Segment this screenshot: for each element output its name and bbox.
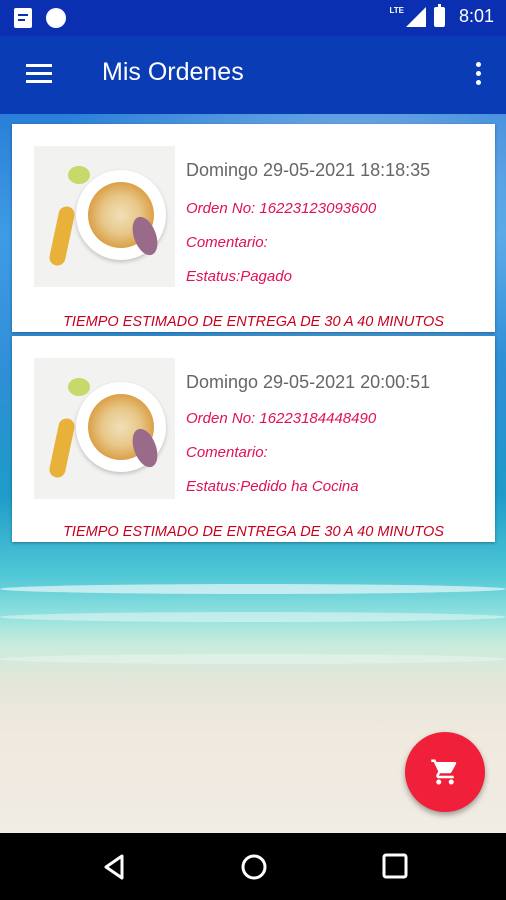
more-vert-icon[interactable] (474, 60, 482, 88)
status-bar: LTE 8:01 (0, 0, 506, 36)
delivery-estimate: TIEMPO ESTIMADO DE ENTREGA DE 30 A 40 MI… (63, 314, 444, 330)
wave-decoration (0, 612, 506, 622)
network-type-label: LTE (389, 6, 404, 15)
order-status: Estatus:Pagado (186, 268, 292, 285)
back-icon[interactable] (100, 853, 128, 881)
app-bar: Mis Ordenes (0, 36, 506, 114)
order-card[interactable]: Domingo 29-05-2021 18:18:35 Orden No: 16… (12, 124, 495, 332)
wave-decoration (0, 584, 506, 594)
document-icon (14, 8, 32, 28)
order-number: Orden No: 16223184448490 (186, 410, 377, 427)
page-title: Mis Ordenes (102, 58, 244, 86)
cart-icon (431, 759, 457, 785)
navigation-bar (0, 833, 506, 900)
order-comment: Comentario: (186, 234, 268, 251)
cart-button[interactable] (405, 732, 485, 812)
menu-icon[interactable] (26, 62, 54, 84)
order-comment: Comentario: (186, 444, 268, 461)
recents-icon[interactable] (382, 853, 408, 879)
circle-icon (46, 8, 66, 28)
order-thumbnail (34, 146, 175, 287)
delivery-estimate: TIEMPO ESTIMADO DE ENTREGA DE 30 A 40 MI… (63, 524, 444, 540)
home-icon[interactable] (240, 853, 268, 881)
order-date: Domingo 29-05-2021 20:00:51 (186, 372, 431, 392)
wave-decoration (0, 654, 506, 664)
battery-icon (433, 3, 445, 27)
order-list[interactable]: Domingo 29-05-2021 18:18:35 Orden No: 16… (0, 114, 506, 833)
signal-icon (405, 6, 426, 27)
order-thumbnail (34, 358, 175, 499)
order-date: Domingo 29-05-2021 18:18:35 (186, 160, 431, 180)
clock: 8:01 (458, 6, 494, 26)
order-card[interactable]: Domingo 29-05-2021 20:00:51 Orden No: 16… (12, 336, 495, 542)
order-status: Estatus:Pedido ha Cocina (186, 478, 359, 495)
order-number: Orden No: 16223123093600 (186, 200, 377, 217)
